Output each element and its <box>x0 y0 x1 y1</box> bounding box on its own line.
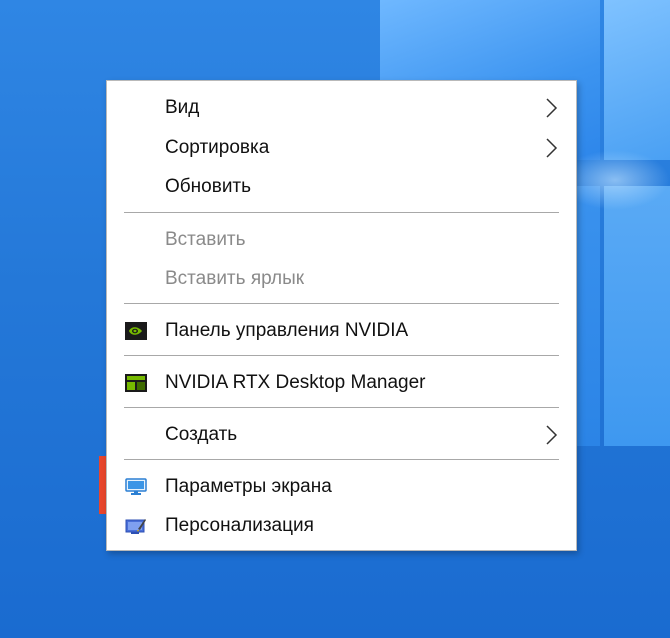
menu-item-paste-shortcut[interactable]: Вставить ярлык <box>107 259 576 299</box>
menu-item-label: Вставить ярлык <box>165 268 305 289</box>
menu-separator <box>124 459 559 460</box>
menu-item-paste[interactable]: Вставить <box>107 220 576 260</box>
chevron-right-icon <box>540 424 562 446</box>
menu-item-new[interactable]: Создать <box>107 415 576 455</box>
menu-item-label: Панель управления NVIDIA <box>165 320 409 341</box>
menu-item-sort[interactable]: Сортировка <box>107 128 576 168</box>
display-icon <box>125 478 147 496</box>
wallpaper-pane <box>604 186 670 446</box>
menu-item-display-settings[interactable]: Параметры экрана <box>107 467 576 507</box>
menu-item-refresh[interactable]: Обновить <box>107 167 576 207</box>
menu-item-label: Вставить <box>165 229 246 250</box>
desktop-context-menu: Вид Сортировка Обновить Вставить Вставит… <box>106 80 577 551</box>
menu-item-nvidia-rtx-desktop-manager[interactable]: NVIDIA RTX Desktop Manager <box>107 363 576 403</box>
menu-item-label: Обновить <box>165 176 252 197</box>
menu-item-nvidia-control-panel[interactable]: Панель управления NVIDIA <box>107 311 576 351</box>
chevron-right-icon <box>540 97 562 119</box>
menu-separator <box>124 212 559 213</box>
menu-item-label: NVIDIA RTX Desktop Manager <box>165 372 426 393</box>
menu-item-view[interactable]: Вид <box>107 88 576 128</box>
chevron-right-icon <box>540 137 562 159</box>
menu-separator <box>124 407 559 408</box>
menu-item-label: Сортировка <box>165 137 270 158</box>
nvidia-icon <box>125 322 147 340</box>
personalization-icon <box>125 517 147 535</box>
menu-item-label: Параметры экрана <box>165 476 332 497</box>
nvidia-rtx-desktop-manager-icon <box>125 374 147 392</box>
menu-item-label: Создать <box>165 424 238 445</box>
menu-separator <box>124 355 559 356</box>
wallpaper-pane <box>604 0 670 160</box>
menu-item-label: Вид <box>165 97 200 118</box>
menu-separator <box>124 303 559 304</box>
menu-item-label: Персонализация <box>165 515 314 536</box>
menu-item-personalization[interactable]: Персонализация <box>107 506 576 546</box>
